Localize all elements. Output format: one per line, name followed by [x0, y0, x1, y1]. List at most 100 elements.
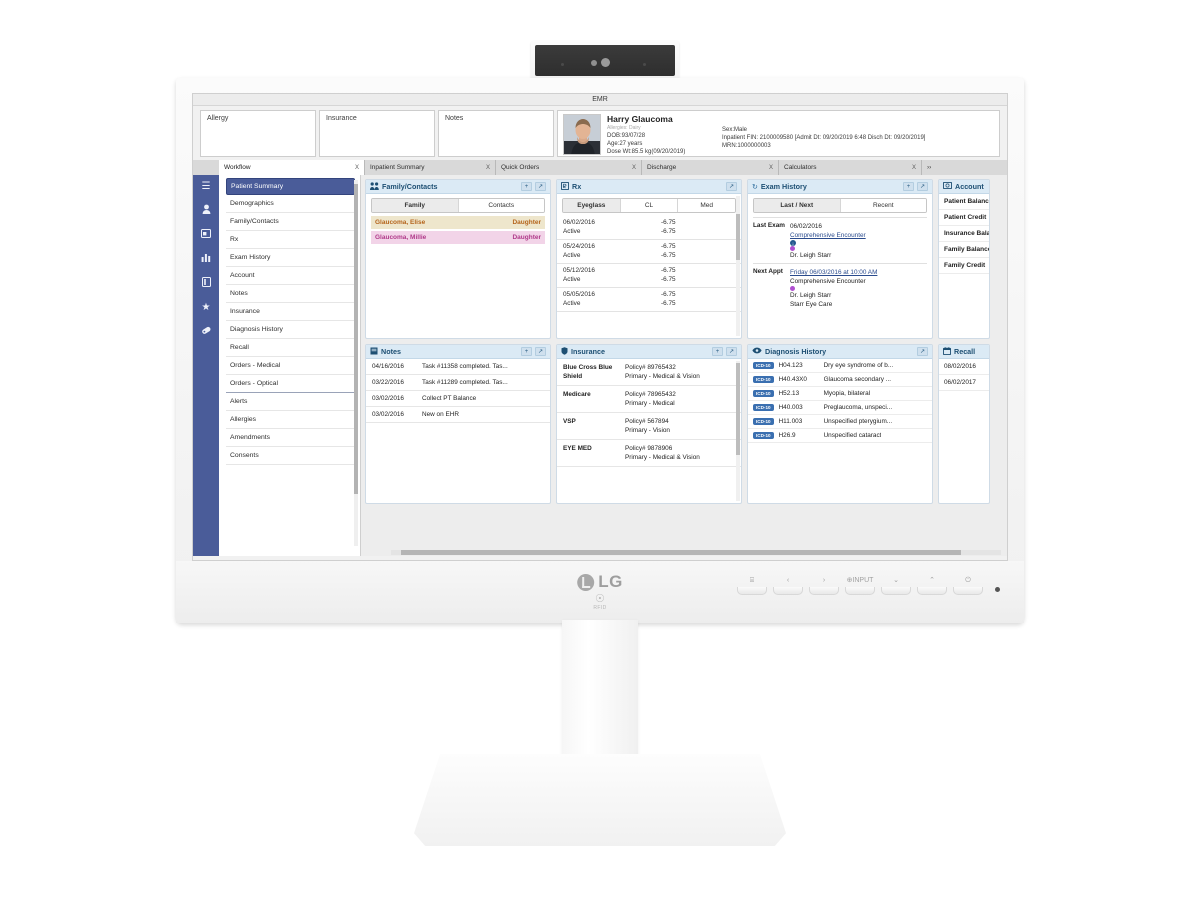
sidebar-item-diagnosis-history[interactable]: Diagnosis History [226, 321, 355, 339]
account-row[interactable]: Family Balance [939, 242, 989, 258]
tab-quick-orders[interactable]: Quick Orders X [496, 160, 642, 175]
expand-icon[interactable]: ↗ [917, 347, 928, 356]
tab-contacts[interactable]: Contacts [458, 199, 544, 212]
insurance-row[interactable]: VSP Policy# 567894 Primary - Vision [557, 413, 741, 440]
family-row[interactable]: Glaucoma, Elise Daughter [371, 216, 545, 229]
osd-up-button[interactable]: ⌃ [917, 576, 947, 595]
rx-row[interactable]: 06/02/2016 Active -6.75 -6.75 [557, 216, 741, 240]
tab-workflow-close-icon[interactable]: X [355, 165, 359, 171]
osd-right-key[interactable] [809, 587, 839, 595]
sidebar-item-notes[interactable]: Notes [226, 285, 355, 303]
note-row[interactable]: 04/16/2016 Task #11358 completed. Tas... [366, 359, 550, 375]
star-icon[interactable]: ★ [202, 302, 211, 314]
tab-workflow[interactable]: Workflow X [219, 160, 365, 175]
workflow-scrollbar-thumb[interactable] [354, 184, 358, 494]
add-icon[interactable]: + [903, 182, 914, 191]
tab-family[interactable]: Family [372, 199, 459, 212]
sidebar-item-orders-optical[interactable]: Orders - Optical [226, 375, 355, 393]
pill-icon[interactable] [201, 325, 212, 339]
tab-inpatient-summary-close-icon[interactable]: X [486, 165, 490, 171]
insurance-row[interactable]: Medicare Policy# 78965432 Primary - Medic… [557, 386, 741, 413]
tab-last-next[interactable]: Last / Next [754, 199, 841, 212]
insurance-scrollbar-thumb[interactable] [736, 363, 740, 455]
sidebar-item-consents[interactable]: Consents [226, 447, 355, 465]
expand-icon[interactable]: ↗ [535, 347, 546, 356]
tab-eyeglass[interactable]: Eyeglass [563, 199, 621, 212]
dashboard-horizontal-scrollbar[interactable] [391, 550, 1001, 555]
osd-left-button[interactable]: ‹ [773, 576, 803, 595]
tab-quick-orders-close-icon[interactable]: X [632, 165, 636, 171]
sidebar-item-alerts[interactable]: Alerts [226, 393, 355, 411]
recall-row[interactable]: 06/02/2017 [939, 375, 989, 391]
rx-row[interactable]: 05/05/2016 Active -6.75 -6.75 [557, 288, 741, 312]
sidebar-item-family-contacts[interactable]: Family/Contacts [226, 213, 355, 231]
osd-power-button[interactable]: ⏻ [953, 576, 983, 595]
rx-scrollbar-thumb[interactable] [736, 214, 740, 260]
insurance-scrollbar[interactable] [736, 361, 740, 501]
insurance-row[interactable]: EYE MED Policy# 9878906 Primary - Medical… [557, 440, 741, 467]
sidebar-item-exam-history[interactable]: Exam History [226, 249, 355, 267]
diagnosis-row[interactable]: ICD-10 H40.43X0 Glaucoma secondary ... [748, 373, 932, 387]
rx-row[interactable]: 05/24/2016 Active -6.75 -6.75 [557, 240, 741, 264]
add-icon[interactable]: + [521, 347, 532, 356]
diagnosis-row[interactable]: ICD-10 H26.9 Unspecified cataract [748, 429, 932, 443]
tab-recent[interactable]: Recent [840, 199, 926, 212]
note-row[interactable]: 03/02/2016 New on EHR [366, 407, 550, 423]
osd-power-key[interactable] [953, 587, 983, 595]
osd-input-button[interactable]: ⊕INPUT [845, 576, 875, 595]
recall-row[interactable]: 08/02/2016 [939, 359, 989, 375]
osd-right-button[interactable]: › [809, 576, 839, 595]
sidebar-item-insurance[interactable]: Insurance [226, 303, 355, 321]
rx-row[interactable]: 05/12/2016 Active -6.75 -6.75 [557, 264, 741, 288]
expand-icon[interactable]: ↗ [535, 182, 546, 191]
osd-left-key[interactable] [773, 587, 803, 595]
diagnosis-row[interactable]: ICD-10 H40.003 Preglaucoma, unspeci... [748, 401, 932, 415]
diagnosis-row[interactable]: ICD-10 H04.123 Dry eye syndrome of b... [748, 359, 932, 373]
tab-calculators-close-icon[interactable]: X [912, 165, 916, 171]
account-row[interactable]: Patient Credit [939, 210, 989, 226]
sidebar-item-amendments[interactable]: Amendments [226, 429, 355, 447]
sidebar-item-orders-medical[interactable]: Orders - Medical [226, 357, 355, 375]
expand-icon[interactable]: ↗ [726, 182, 737, 191]
hamburger-icon[interactable]: ☰ [202, 181, 211, 193]
add-icon[interactable]: + [521, 182, 532, 191]
note-row[interactable]: 03/02/2016 Collect PT Balance [366, 391, 550, 407]
diagnosis-row[interactable]: ICD-10 H52.13 Myopia, bilateral [748, 387, 932, 401]
osd-down-button[interactable]: ⌄ [881, 576, 911, 595]
osd-up-key[interactable] [917, 587, 947, 595]
sidebar-item-patient-summary[interactable]: Patient Summary [226, 178, 355, 195]
exam-next-datetime-link[interactable]: Friday 06/03/2016 at 10:00 AM [790, 269, 877, 276]
diagnosis-row[interactable]: ICD-10 H11.003 Unspecified pterygium... [748, 415, 932, 429]
chart-icon[interactable] [201, 253, 211, 266]
tab-overflow-button[interactable]: ›› [922, 160, 936, 175]
rx-scrollbar[interactable] [736, 196, 740, 336]
allergy-box[interactable]: Allergy [200, 110, 316, 157]
osd-down-key[interactable] [881, 587, 911, 595]
osd-menu-key[interactable] [737, 587, 767, 595]
sidebar-item-allergies[interactable]: Allergies [226, 411, 355, 429]
tab-inpatient-summary[interactable]: Inpatient Summary X [365, 160, 496, 175]
expand-icon[interactable]: ↗ [917, 182, 928, 191]
sidebar-item-recall[interactable]: Recall [226, 339, 355, 357]
tab-discharge[interactable]: Discharge X [642, 160, 779, 175]
exam-last-type-link[interactable]: Comprehensive Encounter [790, 232, 866, 239]
book-icon[interactable] [201, 277, 211, 291]
tab-med[interactable]: Med [678, 199, 735, 212]
workflow-scrollbar[interactable] [354, 180, 358, 546]
expand-icon[interactable]: ↗ [726, 347, 737, 356]
sidebar-item-rx[interactable]: Rx [226, 231, 355, 249]
tab-discharge-close-icon[interactable]: X [769, 165, 773, 171]
sidebar-item-demographics[interactable]: Demographics [226, 195, 355, 213]
insurance-box[interactable]: Insurance [319, 110, 435, 157]
osd-input-key[interactable] [845, 587, 875, 595]
person-icon[interactable] [202, 204, 211, 218]
add-icon[interactable]: + [712, 347, 723, 356]
dashboard-horizontal-scrollbar-thumb[interactable] [401, 550, 961, 555]
family-row[interactable]: Glaucoma, Millie Daughter [371, 231, 545, 244]
insurance-row[interactable]: Blue Cross Blue Shield Policy# 89765432 P… [557, 359, 741, 386]
note-row[interactable]: 03/22/2016 Task #11289 completed. Tas... [366, 375, 550, 391]
osd-menu-button[interactable]: ⌸ [737, 576, 767, 595]
notes-box[interactable]: Notes [438, 110, 554, 157]
tab-calculators[interactable]: Calculators X [779, 160, 922, 175]
account-row[interactable]: Insurance Balance [939, 226, 989, 242]
